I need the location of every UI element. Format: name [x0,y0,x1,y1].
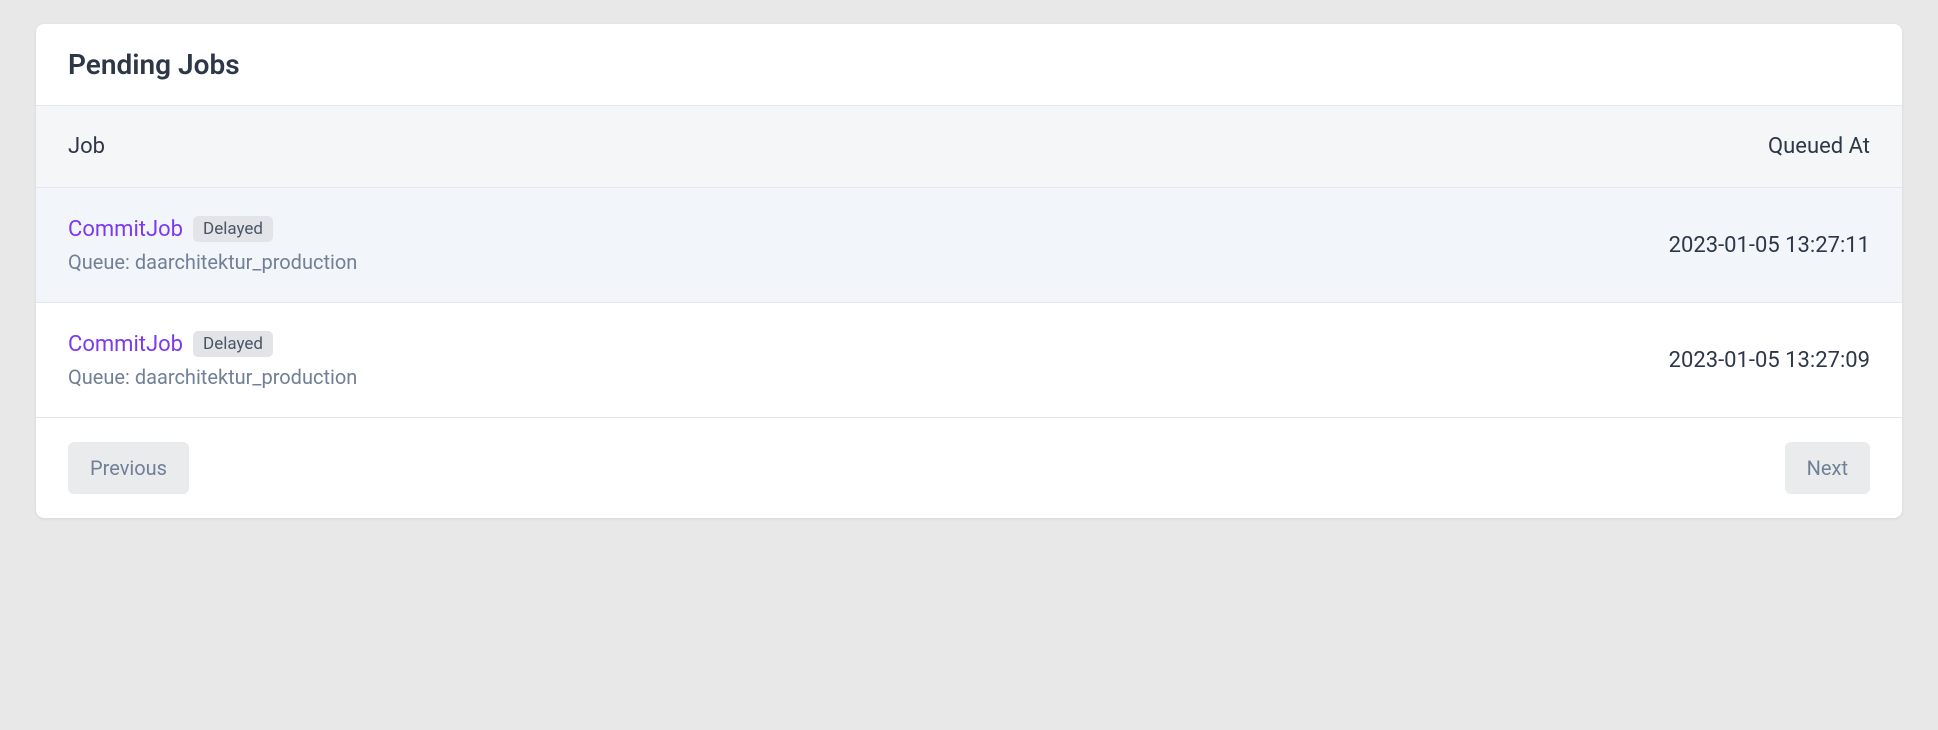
job-row[interactable]: CommitJob Delayed Queue: daarchitektur_p… [36,303,1902,418]
table-header: Job Queued At [36,106,1902,188]
job-status-badge: Delayed [193,216,273,242]
job-queue-label: Queue: daarchitektur_production [68,250,357,274]
job-queue-label: Queue: daarchitektur_production [68,365,357,389]
column-job-label: Job [68,134,105,159]
previous-button[interactable]: Previous [68,442,189,494]
page-title: Pending Jobs [68,48,1870,81]
pagination-footer: Previous Next [36,418,1902,518]
column-queued-at-label: Queued At [1768,134,1870,159]
job-info: CommitJob Delayed Queue: daarchitektur_p… [68,331,357,389]
job-queued-at: 2023-01-05 13:27:09 [1669,348,1870,373]
job-name-link[interactable]: CommitJob [68,217,183,242]
job-info: CommitJob Delayed Queue: daarchitektur_p… [68,216,357,274]
job-name-link[interactable]: CommitJob [68,332,183,357]
job-title-line: CommitJob Delayed [68,216,357,242]
pending-jobs-card: Pending Jobs Job Queued At CommitJob Del… [36,24,1902,518]
job-row[interactable]: CommitJob Delayed Queue: daarchitektur_p… [36,188,1902,303]
card-header: Pending Jobs [36,24,1902,106]
job-queued-at: 2023-01-05 13:27:11 [1669,233,1870,258]
job-title-line: CommitJob Delayed [68,331,357,357]
next-button[interactable]: Next [1785,442,1870,494]
job-status-badge: Delayed [193,331,273,357]
